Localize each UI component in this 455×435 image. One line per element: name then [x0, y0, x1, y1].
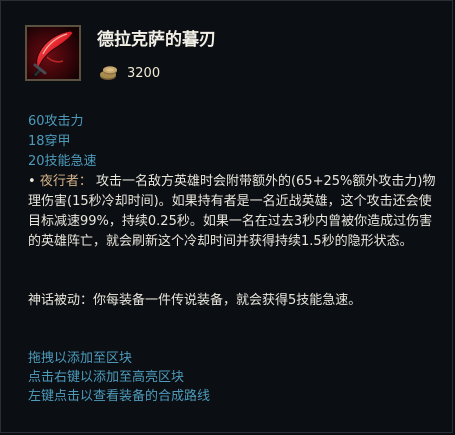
stat-attack-damage: 60攻击力 [28, 114, 84, 129]
gold-cost-value: 3200 [127, 65, 161, 81]
mythic-passive: 神话被动：你每装备一件传说装备，就会获得5技能急速。 [28, 293, 362, 308]
usage-hints: 拖拽以添加至区块 点击右键以添加至高亮区块 左键点击以查看装备的合成路线 [28, 349, 210, 406]
passive-name: 夜行者： [39, 174, 92, 189]
hint-right-click-add: 点击右键以添加至高亮区块 [28, 370, 185, 385]
gold-coins-icon [99, 65, 119, 81]
item-stats: 60攻击力 18穿甲 20技能急速 [28, 112, 97, 172]
hint-left-click-build-path: 左键点击以查看装备的合成路线 [28, 389, 211, 404]
hint-drag-to-block: 拖拽以添加至区块 [28, 351, 133, 366]
passive-description: • 夜行者： 攻击一名敌方英雄时会附带额外的(65+25%额外攻击力)物理伤害(… [28, 172, 438, 252]
stat-lethality: 18穿甲 [28, 134, 71, 149]
draktharr-duskblade-icon [25, 25, 81, 81]
item-tooltip: 德拉克萨的暮刃 3200 60攻击力 18穿甲 20技能急速 • 夜行者： 攻击… [0, 0, 453, 433]
passive-bullet: • [28, 174, 36, 189]
item-name: 德拉克萨的暮刃 [97, 30, 216, 50]
stat-ability-haste: 20技能急速 [28, 154, 97, 169]
item-cost: 3200 [99, 63, 160, 83]
